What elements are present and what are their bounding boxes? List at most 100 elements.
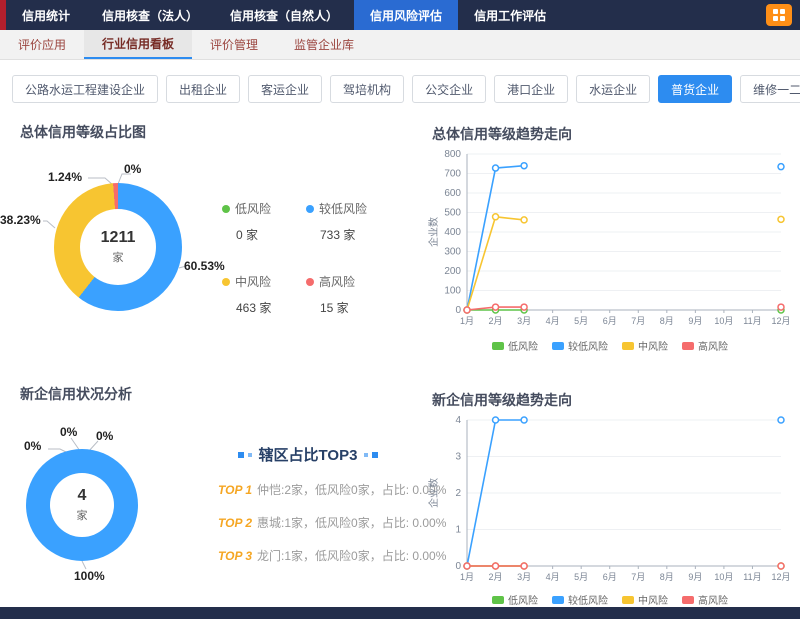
donut-center: 1211 家 — [80, 209, 156, 285]
pie-center-total: 4 — [78, 487, 87, 505]
legend-swatch — [622, 342, 634, 350]
legend-swatch — [622, 596, 634, 604]
legend-dot — [222, 278, 230, 286]
new-donut[interactable]: 4 家 — [26, 449, 138, 561]
legend-item[interactable]: 低风险 — [492, 338, 538, 353]
new-trend-chart[interactable]: 012341月2月3月4月5月6月7月8月9月10月11月12月企业数 — [425, 408, 795, 590]
pct-label-high: 0% — [96, 429, 113, 443]
tab-driver-training[interactable]: 驾培机构 — [330, 75, 404, 103]
overall-trend-chart[interactable]: 01002003004005006007008001月2月3月4月5月6月7月8… — [425, 142, 795, 334]
topnav-item-check-legal[interactable]: 信用核查（法人） — [86, 0, 214, 30]
svg-text:200: 200 — [444, 266, 461, 277]
decor-square-icon — [248, 453, 252, 457]
tab-general-freight[interactable]: 普货企业 — [658, 75, 732, 103]
legend-item[interactable]: 低风险 — [492, 592, 538, 607]
svg-text:800: 800 — [444, 149, 461, 160]
svg-text:12月: 12月 — [771, 572, 790, 582]
topnav-item-work-eval[interactable]: 信用工作评估 — [458, 0, 562, 30]
decor-square-icon — [372, 452, 378, 458]
svg-text:企业数: 企业数 — [427, 217, 440, 247]
svg-text:4: 4 — [455, 415, 461, 426]
svg-text:2月: 2月 — [489, 316, 503, 326]
overall-pie-chart: 1211 家 0% 1.24% 38.23% 60.53% — [0, 158, 260, 348]
legend-swatch — [492, 342, 504, 350]
legend-label: 高风险 — [698, 592, 728, 607]
legend-count: 0 家 — [236, 226, 306, 243]
legend-label: 高风险 — [319, 273, 355, 290]
new-trend-legend: 低风险 较低风险 中风险 高风险 — [425, 592, 795, 607]
legend-label: 中风险 — [638, 592, 668, 607]
donut-center: 4 家 — [50, 473, 114, 537]
top3-title: 辖区占比TOP3 — [259, 444, 358, 465]
pct-label-lower: 100% — [74, 569, 105, 583]
pct-label-mid: 0% — [60, 425, 77, 439]
footer-bar — [0, 607, 800, 619]
legend-item[interactable]: 高风险 — [682, 338, 728, 353]
legend-item[interactable]: 中风险 — [622, 592, 668, 607]
top3-text: 仲恺:2家，低风险0家，占比: 0.00% — [257, 483, 446, 497]
svg-text:企业数: 企业数 — [427, 478, 440, 508]
tab-highway-construction[interactable]: 公路水运工程建设企业 — [12, 75, 158, 103]
svg-text:1月: 1月 — [460, 316, 474, 326]
legend-item-high[interactable]: 高风险 15 家 — [306, 273, 390, 316]
legend-item-mid[interactable]: 中风险 463 家 — [222, 273, 306, 316]
top3-title-row: 辖区占比TOP3 — [218, 444, 398, 465]
overall-trend-title: 总体信用等级趋势走向 — [432, 124, 572, 144]
svg-text:10月: 10月 — [714, 572, 733, 582]
pct-label-low: 0% — [124, 162, 141, 176]
pie-center-unit: 家 — [113, 249, 124, 265]
svg-text:300: 300 — [444, 247, 461, 258]
apps-grid-button[interactable] — [766, 4, 792, 26]
subnav-item-eval-app[interactable]: 评价应用 — [0, 30, 84, 59]
svg-text:1月: 1月 — [460, 572, 474, 582]
legend-item-low[interactable]: 低风险 0 家 — [222, 200, 306, 243]
legend-item[interactable]: 较低风险 — [552, 592, 608, 607]
svg-text:9月: 9月 — [688, 316, 702, 326]
svg-text:0: 0 — [455, 305, 461, 316]
subnav-item-eval-manage[interactable]: 评价管理 — [192, 30, 276, 59]
top3-row-2: TOP 2惠城:1家，低风险0家，占比: 0.00% — [218, 514, 398, 531]
industry-tabs: 公路水运工程建设企业 出租企业 客运企业 驾培机构 公交企业 港口企业 水运企业… — [0, 72, 800, 106]
svg-text:5月: 5月 — [574, 572, 588, 582]
svg-text:500: 500 — [444, 208, 461, 219]
top3-row-1: TOP 1仲恺:2家，低风险0家，占比: 0.00% — [218, 481, 398, 498]
legend-label: 较低风险 — [568, 338, 608, 353]
top3-panel: 辖区占比TOP3 TOP 1仲恺:2家，低风险0家，占比: 0.00% TOP … — [218, 444, 398, 564]
tab-water-transport[interactable]: 水运企业 — [576, 75, 650, 103]
svg-text:3月: 3月 — [517, 572, 531, 582]
tab-port[interactable]: 港口企业 — [494, 75, 568, 103]
topnav-item-risk-eval[interactable]: 信用风险评估 — [354, 0, 458, 30]
legend-count: 15 家 — [320, 299, 390, 316]
legend-label: 低风险 — [508, 592, 538, 607]
subnav-item-industry-board[interactable]: 行业信用看板 — [84, 30, 192, 59]
svg-text:2月: 2月 — [489, 572, 503, 582]
svg-text:9月: 9月 — [688, 572, 702, 582]
tab-rental[interactable]: 出租企业 — [166, 75, 240, 103]
tab-bus[interactable]: 公交企业 — [412, 75, 486, 103]
svg-text:4月: 4月 — [546, 316, 560, 326]
overall-pie-legend: 低风险 0 家 较低风险 733 家 中风险 463 家 高风险 15 家 — [222, 200, 390, 316]
legend-label: 较低风险 — [568, 592, 608, 607]
legend-item-lower[interactable]: 较低风险 733 家 — [306, 200, 390, 243]
svg-text:8月: 8月 — [660, 316, 674, 326]
top3-text: 惠城:1家，低风险0家，占比: 0.00% — [257, 516, 446, 530]
legend-dot — [306, 205, 314, 213]
legend-swatch — [552, 342, 564, 350]
legend-swatch — [682, 596, 694, 604]
new-trend-title: 新企信用等级趋势走向 — [432, 390, 572, 410]
svg-text:400: 400 — [444, 227, 461, 238]
svg-text:3: 3 — [455, 452, 461, 463]
svg-text:7月: 7月 — [631, 316, 645, 326]
svg-text:3月: 3月 — [517, 316, 531, 326]
topnav-item-check-natural[interactable]: 信用核查（自然人） — [214, 0, 354, 30]
legend-item[interactable]: 中风险 — [622, 338, 668, 353]
topnav-item-credit-stats[interactable]: 信用统计 — [6, 0, 86, 30]
overall-donut[interactable]: 1211 家 — [54, 183, 182, 311]
tab-repair[interactable]: 维修一二类企业 — [740, 75, 800, 103]
svg-text:700: 700 — [444, 169, 461, 180]
legend-item[interactable]: 较低风险 — [552, 338, 608, 353]
legend-label: 低风险 — [235, 200, 271, 217]
subnav-item-enterprise-lib[interactable]: 监管企业库 — [276, 30, 372, 59]
legend-item[interactable]: 高风险 — [682, 592, 728, 607]
tab-passenger[interactable]: 客运企业 — [248, 75, 322, 103]
